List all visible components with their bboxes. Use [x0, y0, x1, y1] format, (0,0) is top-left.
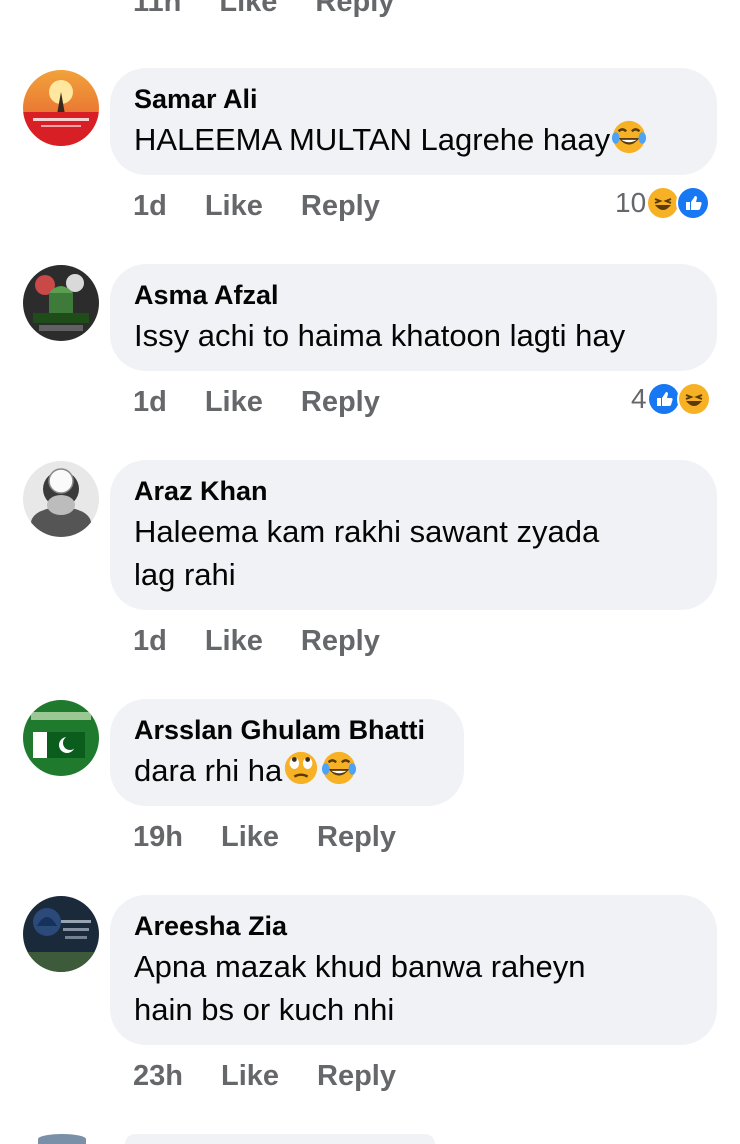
tears-of-joy-emoji [610, 118, 648, 156]
like-link[interactable]: Like [205, 386, 263, 419]
tears-of-joy-emoji [320, 749, 358, 787]
comment-meta-row: 1d Like Reply [133, 386, 380, 419]
comment-meta-row: 23h Like Reply [133, 1060, 396, 1093]
comment-text-line: Haleema kam rakhi sawant zyada [134, 514, 600, 549]
comment-meta-row: 11h Like Reply [133, 0, 394, 19]
reaction-summary[interactable]: 4 [631, 382, 711, 416]
avatar-samar-ali[interactable] [23, 70, 99, 146]
like-icon [646, 382, 681, 416]
comment-bubble [125, 1134, 435, 1144]
avatar-asma-afzal[interactable] [23, 265, 99, 341]
avatar-araz-khan[interactable] [23, 461, 99, 537]
like-link[interactable]: Like [221, 1060, 279, 1093]
avatar-next-comment[interactable] [38, 1134, 86, 1144]
comment-time: 23h [133, 1060, 183, 1092]
reaction-count: 10 [615, 187, 647, 218]
reply-link[interactable]: Reply [317, 1060, 396, 1093]
comment-text: Apna mazak khud banwa raheyn hain bs or … [134, 945, 693, 1031]
comment-text: Haleema kam rakhi sawant zyada lag rahi [134, 510, 693, 596]
comment-bubble: Araz Khan Haleema kam rakhi sawant zyada… [110, 460, 717, 610]
haha-icon [676, 382, 711, 416]
comment-meta-row: 1d Like Reply [133, 625, 380, 658]
reply-link[interactable]: Reply [301, 386, 380, 419]
reaction-count: 4 [631, 383, 647, 414]
avatar-areesha-zia[interactable] [23, 896, 99, 972]
like-link[interactable]: Like [205, 190, 263, 223]
comment-time: 19h [133, 821, 183, 853]
like-icon [676, 186, 711, 220]
avatar-arsslan-ghulam-bhatti[interactable] [23, 700, 99, 776]
comment-time: 1d [133, 190, 167, 222]
comment-author[interactable]: Araz Khan [134, 474, 693, 508]
comment-text: HALEEMA MULTAN Lagrehe haay [134, 118, 693, 161]
comment-author[interactable]: Samar Ali [134, 82, 693, 116]
reply-link[interactable]: Reply [301, 625, 380, 658]
comment-text: dara rhi ha [134, 749, 440, 792]
comment-author[interactable]: Arsslan Ghulam Bhatti [134, 713, 440, 747]
comment-meta-row: 19h Like Reply [133, 821, 396, 854]
eye-roll-emoji [282, 749, 320, 787]
comment-time: 1d [133, 386, 167, 418]
comment-bubble: Samar Ali HALEEMA MULTAN Lagrehe haay [110, 68, 717, 175]
comment-text-line: hain bs or kuch nhi [134, 992, 395, 1027]
reaction-summary[interactable]: 10 [615, 186, 711, 220]
reply-link[interactable]: Reply [315, 0, 394, 19]
like-link[interactable]: Like [205, 625, 263, 658]
comment-meta-row: 1d Like Reply [133, 190, 380, 223]
like-link[interactable]: Like [219, 0, 277, 19]
comment-time: 1d [133, 625, 167, 657]
reply-link[interactable]: Reply [301, 190, 380, 223]
haha-icon [646, 186, 681, 220]
comment-text-line: lag rahi [134, 557, 236, 592]
comment-bubble: Areesha Zia Apna mazak khud banwa raheyn… [110, 895, 717, 1045]
comment-author[interactable]: Asma Afzal [134, 278, 693, 312]
comment-author[interactable]: Areesha Zia [134, 909, 693, 943]
comment-bubble: Arsslan Ghulam Bhatti dara rhi ha [110, 699, 464, 806]
comment-bubble: Asma Afzal Issy achi to haima khatoon la… [110, 264, 717, 371]
reply-link[interactable]: Reply [317, 821, 396, 854]
comment-text: Issy achi to haima khatoon lagti hay [134, 318, 626, 353]
comment-text-line: Apna mazak khud banwa raheyn [134, 949, 586, 984]
comment-time: 11h [133, 0, 182, 18]
like-link[interactable]: Like [221, 821, 279, 854]
